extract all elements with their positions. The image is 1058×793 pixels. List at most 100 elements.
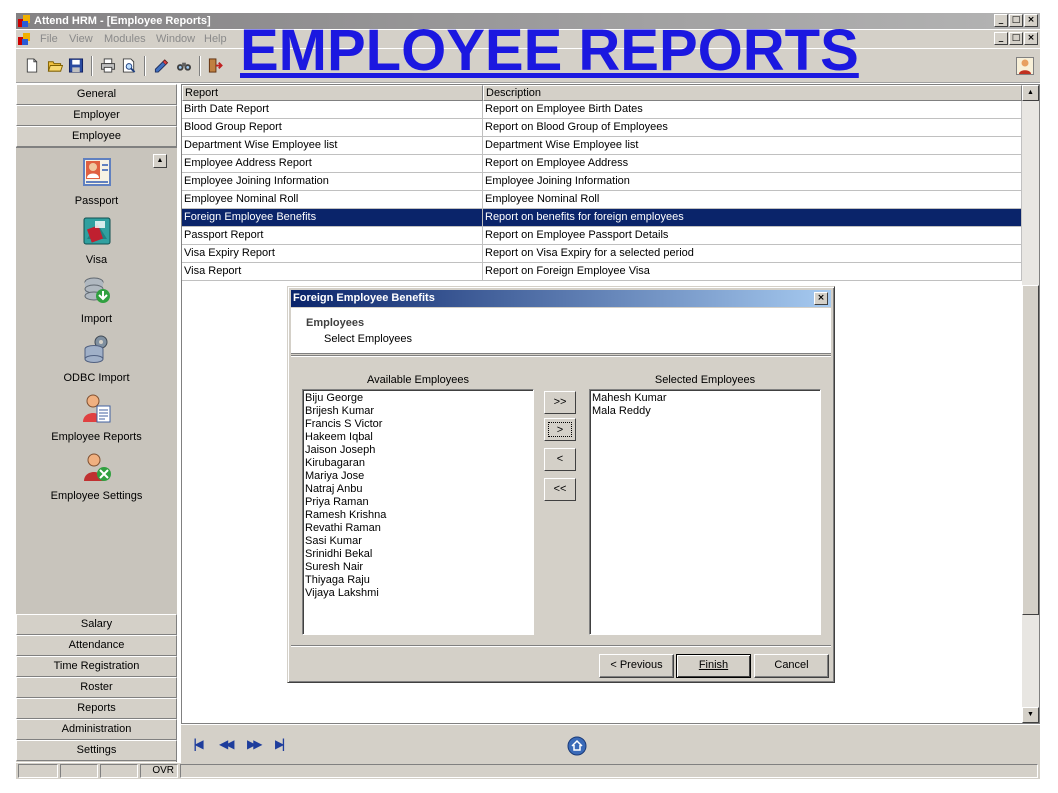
maximize-button[interactable]: □ xyxy=(1009,14,1023,27)
status-panel xyxy=(100,764,138,778)
selected-employees-list[interactable]: Mahesh Kumar Mala Reddy xyxy=(589,389,821,635)
category-roster[interactable]: Roster xyxy=(16,677,177,698)
user-profile-icon[interactable] xyxy=(1016,57,1034,75)
menu-view[interactable]: View xyxy=(69,33,93,45)
doc-maximize-button[interactable]: □ xyxy=(1009,32,1023,45)
odbc-import-icon xyxy=(84,335,107,363)
next-record-icon[interactable]: ▶▶ xyxy=(247,737,263,751)
cancel-button[interactable]: Cancel xyxy=(754,654,829,678)
table-row[interactable]: Passport Report Report on Employee Passpo… xyxy=(182,227,1022,245)
report-name-cell: Department Wise Employee list xyxy=(182,137,483,155)
toolbar-separator xyxy=(199,56,201,76)
doc-close-button[interactable]: × xyxy=(1024,32,1038,45)
available-employee-item[interactable]: Biju George xyxy=(305,392,531,405)
nav-item-odbc-import[interactable]: ODBC Import xyxy=(16,333,177,384)
selected-employee-item[interactable]: Mala Reddy xyxy=(592,405,818,418)
available-employee-item[interactable]: Suresh Nair xyxy=(305,561,531,574)
last-record-icon[interactable]: ▶| xyxy=(275,737,285,751)
table-row[interactable]: Blood Group Report Report on Blood Group … xyxy=(182,119,1022,137)
previous-button[interactable]: < Previous xyxy=(599,654,674,678)
nav-item-passport[interactable]: Passport xyxy=(16,156,177,207)
table-row[interactable]: Employee Joining Information Employee Joi… xyxy=(182,173,1022,191)
menu-modules[interactable]: Modules xyxy=(104,33,146,45)
edit-pencil-icon[interactable] xyxy=(153,58,169,73)
exit-door-icon[interactable] xyxy=(207,58,223,73)
menu-window[interactable]: Window xyxy=(156,33,195,45)
add-button[interactable]: > xyxy=(544,418,576,441)
available-employee-item[interactable]: Hakeem Iqbal xyxy=(305,431,531,444)
available-employee-item[interactable]: Thiyaga Raju xyxy=(305,574,531,587)
table-row[interactable]: Employee Nominal Roll Employee Nominal Ro… xyxy=(182,191,1022,209)
available-employee-item[interactable]: Srinidhi Bekal xyxy=(305,548,531,561)
window-controls: _ □ × xyxy=(994,14,1038,27)
category-employee[interactable]: Employee xyxy=(16,126,177,147)
open-folder-icon[interactable] xyxy=(47,58,63,73)
scroll-thumb[interactable] xyxy=(1022,285,1039,615)
previous-record-icon[interactable]: ◀◀ xyxy=(219,737,235,751)
visa-icon xyxy=(83,217,110,245)
nav-item-visa[interactable]: Visa xyxy=(16,215,177,266)
available-employee-item[interactable]: Jaison Joseph xyxy=(305,444,531,457)
add-all-button[interactable]: >> xyxy=(544,391,576,414)
dialog-close-button[interactable]: × xyxy=(814,292,828,305)
category-salary[interactable]: Salary xyxy=(16,614,177,635)
table-row[interactable]: Birth Date Report Report on Employee Birt… xyxy=(182,101,1022,119)
divider xyxy=(291,355,831,357)
grid-vertical-scrollbar[interactable]: ▲ ▼ xyxy=(1022,85,1039,723)
category-administration[interactable]: Administration xyxy=(16,719,177,740)
table-row[interactable]: Employee Address Report Report on Employe… xyxy=(182,155,1022,173)
table-row[interactable]: Visa Expiry Report Report on Visa Expiry … xyxy=(182,245,1022,263)
table-row[interactable]: Visa Report Report on Foreign Employee Vi… xyxy=(182,263,1022,281)
category-reports[interactable]: Reports xyxy=(16,698,177,719)
home-icon[interactable] xyxy=(567,736,587,756)
category-settings[interactable]: Settings xyxy=(16,740,177,761)
selected-employee-item[interactable]: Mahesh Kumar xyxy=(592,392,818,405)
available-employee-item[interactable]: Sasi Kumar xyxy=(305,535,531,548)
scroll-up-arrow-icon[interactable]: ▲ xyxy=(1022,85,1039,101)
table-row[interactable]: Department Wise Employee list Department … xyxy=(182,137,1022,155)
available-employee-item[interactable]: Revathi Raman xyxy=(305,522,531,535)
report-description-cell: Employee Nominal Roll xyxy=(483,191,1022,209)
finish-button[interactable]: Finish xyxy=(676,654,751,678)
document-menu-icon[interactable] xyxy=(18,33,30,45)
employee-reports-icon xyxy=(82,394,110,423)
new-document-icon[interactable] xyxy=(24,58,40,73)
report-description-cell: Report on Visa Expiry for a selected per… xyxy=(483,245,1022,263)
column-header-report[interactable]: Report xyxy=(182,85,483,101)
binoculars-icon[interactable] xyxy=(176,58,192,73)
minimize-button[interactable]: _ xyxy=(994,14,1008,27)
report-name-cell: Birth Date Report xyxy=(182,101,483,119)
menu-help[interactable]: Help xyxy=(204,33,227,45)
print-preview-icon[interactable] xyxy=(121,58,137,73)
available-employee-item[interactable]: Vijaya Lakshmi xyxy=(305,587,531,600)
scroll-down-arrow-icon[interactable]: ▼ xyxy=(1022,707,1039,723)
dialog-step-subtitle: Select Employees xyxy=(324,333,413,345)
nav-item-employee-reports[interactable]: Employee Reports xyxy=(16,392,177,443)
column-header-description[interactable]: Description xyxy=(483,85,1022,101)
available-employee-item[interactable]: Ramesh Krishna xyxy=(305,509,531,522)
category-employer[interactable]: Employer xyxy=(16,105,177,126)
available-employee-item[interactable]: Priya Raman xyxy=(305,496,531,509)
available-employee-item[interactable]: Francis S Victor xyxy=(305,418,531,431)
doc-minimize-button[interactable]: _ xyxy=(994,32,1008,45)
category-general[interactable]: General xyxy=(16,84,177,105)
first-record-icon[interactable]: |◀ xyxy=(193,737,203,751)
save-icon[interactable] xyxy=(68,58,84,73)
remove-button[interactable]: < xyxy=(544,448,576,471)
page-title: EMPLOYEE REPORTS xyxy=(240,18,859,83)
nav-item-import[interactable]: Import xyxy=(16,274,177,325)
nav-item-employee-settings[interactable]: Employee Settings xyxy=(16,451,177,502)
available-employee-item[interactable]: Natraj Anbu xyxy=(305,483,531,496)
category-time-registration[interactable]: Time Registration xyxy=(16,656,177,677)
available-employee-item[interactable]: Mariya Jose xyxy=(305,470,531,483)
available-employee-item[interactable]: Brijesh Kumar xyxy=(305,405,531,418)
category-attendance[interactable]: Attendance xyxy=(16,635,177,656)
available-employee-item[interactable]: Kirubagaran xyxy=(305,457,531,470)
remove-all-button[interactable]: << xyxy=(544,478,576,501)
table-row[interactable]: Foreign Employee Benefits Report on benef… xyxy=(182,209,1022,227)
close-button[interactable]: × xyxy=(1024,14,1038,27)
available-employees-list[interactable]: Biju George Brijesh Kumar Francis S Victor… xyxy=(302,389,534,635)
add-button-label: > xyxy=(548,422,572,437)
print-icon[interactable] xyxy=(100,58,116,73)
menu-file[interactable]: File xyxy=(40,33,58,45)
